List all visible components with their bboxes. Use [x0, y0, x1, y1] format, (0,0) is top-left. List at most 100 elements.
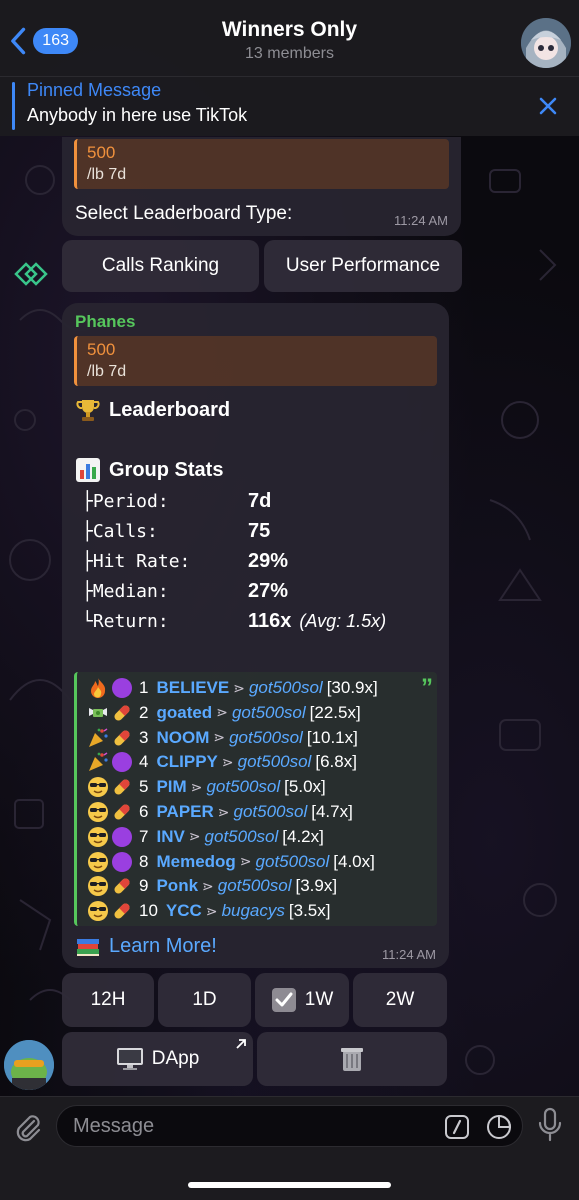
- caller-link[interactable]: bugacys: [222, 901, 285, 921]
- pill-icon: [111, 776, 133, 798]
- dapp-button[interactable]: DApp: [62, 1032, 253, 1086]
- rank-number: 3: [139, 727, 149, 747]
- stat-row-return: └Return: 116x (Avg: 1.5x): [82, 606, 386, 636]
- caller-link[interactable]: got500sol: [205, 827, 279, 847]
- arrow-icon: ⋗: [216, 704, 228, 721]
- microphone-icon[interactable]: [535, 1107, 565, 1143]
- arrow-icon: ⋗: [188, 828, 201, 845]
- message-time: 11:24 AM: [382, 947, 436, 962]
- leaderboard-title: Leaderboard: [109, 398, 231, 421]
- leaderboard-row: 9 Ponk ⋗ got500sol [3.9x]: [87, 874, 337, 898]
- token-link[interactable]: CLIPPY: [156, 752, 217, 772]
- arrow-icon: ⋗: [202, 877, 214, 894]
- trash-icon: [341, 1048, 363, 1071]
- token-link[interactable]: Ponk: [156, 876, 198, 896]
- stat-note: (Avg: 1.5x): [299, 610, 387, 631]
- caller-link[interactable]: got500sol: [256, 852, 330, 872]
- message-bubble[interactable]: 500 /lb 7d Select Leaderboard Type: 11:2…: [62, 137, 461, 236]
- leaderboard-heading: Leaderboard: [75, 397, 230, 423]
- frog-avatar-icon: [4, 1040, 54, 1090]
- leaderboard-row: 8 Memedog ⋗ got500sol [4.0x]: [87, 850, 375, 874]
- message-input[interactable]: Message: [56, 1105, 523, 1147]
- money-with-wings-icon: [87, 702, 109, 724]
- pinned-message-bar[interactable]: Pinned Message Anybody in here use TikTo…: [0, 76, 579, 136]
- caller-link[interactable]: got500sol: [229, 728, 303, 748]
- paperclip-icon[interactable]: [12, 1111, 44, 1143]
- computer-icon: [116, 1048, 143, 1070]
- books-icon: [77, 939, 99, 956]
- sunglasses-face-icon: [87, 851, 109, 873]
- token-link[interactable]: INV: [156, 827, 184, 847]
- sticker-icon[interactable]: [486, 1114, 512, 1140]
- leaderboard-row: 1 BELIEVE ⋗ got500sol [30.9x]: [87, 676, 378, 700]
- sender-name[interactable]: Phanes: [75, 312, 135, 332]
- multiplier: [10.1x]: [306, 727, 358, 747]
- rank-number: 9: [139, 876, 149, 896]
- sunglasses-face-icon: [87, 900, 109, 922]
- token-link[interactable]: BELIEVE: [156, 678, 229, 698]
- period-1w-button[interactable]: 1W: [255, 973, 349, 1027]
- leaderboard-row: 5 PIM ⋗ got500sol [5.0x]: [87, 775, 326, 799]
- rank-number: 5: [139, 777, 149, 797]
- period-12h-button[interactable]: 12H: [62, 973, 154, 1027]
- stat-row-hit-rate: ├Hit Rate: 29%: [82, 546, 288, 576]
- rank-number: 6: [139, 802, 149, 821]
- caller-link[interactable]: got500sol: [249, 678, 323, 698]
- multiplier: [30.9x]: [326, 678, 378, 697]
- token-link[interactable]: YCC: [166, 901, 202, 921]
- multiplier: [22.5x]: [309, 702, 361, 722]
- purple-circle-icon: [111, 826, 133, 848]
- party-popper-icon: [87, 727, 109, 749]
- purple-circle-icon: [111, 677, 133, 699]
- token-link[interactable]: goated: [156, 703, 212, 723]
- period-1d-button[interactable]: 1D: [158, 973, 251, 1027]
- leaderboard-row: 7 INV ⋗ got500sol [4.2x]: [87, 825, 324, 849]
- leaderboard-message[interactable]: Phanes 500 /lb 7d Leaderboard Group Stat…: [62, 303, 449, 968]
- token-link[interactable]: PAPER: [156, 802, 213, 822]
- token-link[interactable]: PIM: [156, 777, 186, 797]
- caller-link[interactable]: got500sol: [234, 802, 308, 822]
- multiplier: [6.8x]: [315, 752, 357, 772]
- stat-value: 29%: [248, 549, 289, 572]
- caller-link[interactable]: got500sol: [232, 703, 306, 723]
- arrow-icon: ⋗: [217, 803, 230, 820]
- reply-preview[interactable]: 500 /lb 7d: [74, 336, 437, 386]
- group-avatar[interactable]: [521, 18, 571, 68]
- stat-value: 7d: [248, 489, 272, 512]
- arrow-icon: ⋗: [239, 853, 252, 870]
- stat-label: ├Median:: [82, 580, 169, 602]
- delete-button[interactable]: [257, 1032, 447, 1086]
- caller-link[interactable]: got500sol: [218, 876, 292, 896]
- caller-link[interactable]: got500sol: [206, 777, 280, 797]
- rank-number: 7: [139, 826, 149, 846]
- sunglasses-face-icon: [87, 801, 109, 823]
- share-icon[interactable]: [10, 258, 50, 290]
- stat-row-period: ├Period: 7d: [82, 486, 271, 516]
- reply-preview[interactable]: 500 /lb 7d: [74, 139, 449, 189]
- bot-command-icon[interactable]: [444, 1114, 470, 1140]
- rank-number: 4: [139, 752, 149, 772]
- pill-icon: [111, 875, 133, 897]
- calls-ranking-button[interactable]: Calls Ranking: [62, 240, 259, 292]
- arrow-icon: ⋗: [205, 902, 218, 919]
- learn-more-link[interactable]: Learn More!: [75, 933, 217, 959]
- multiplier: [4.0x]: [333, 851, 375, 871]
- rank-number: 2: [139, 702, 149, 722]
- stat-value: 27%: [248, 579, 289, 602]
- close-icon[interactable]: [535, 93, 561, 119]
- trophy-icon: [76, 400, 100, 421]
- caller-link[interactable]: got500sol: [238, 752, 312, 772]
- rank-number: 8: [139, 851, 149, 871]
- fire-icon: [87, 677, 109, 699]
- stat-value: 75: [248, 519, 271, 542]
- token-link[interactable]: Memedog: [156, 852, 235, 872]
- period-2w-button[interactable]: 2W: [353, 973, 447, 1027]
- learn-more-text[interactable]: Learn More!: [109, 935, 217, 958]
- bot-avatar[interactable]: [4, 1040, 54, 1090]
- chat-title[interactable]: Winners Only: [0, 18, 579, 42]
- pill-icon: [111, 702, 133, 724]
- arrow-icon: ⋗: [190, 778, 203, 795]
- user-performance-button[interactable]: User Performance: [264, 240, 462, 292]
- multiplier: [3.5x]: [288, 901, 331, 921]
- token-link[interactable]: NOOM: [156, 728, 209, 748]
